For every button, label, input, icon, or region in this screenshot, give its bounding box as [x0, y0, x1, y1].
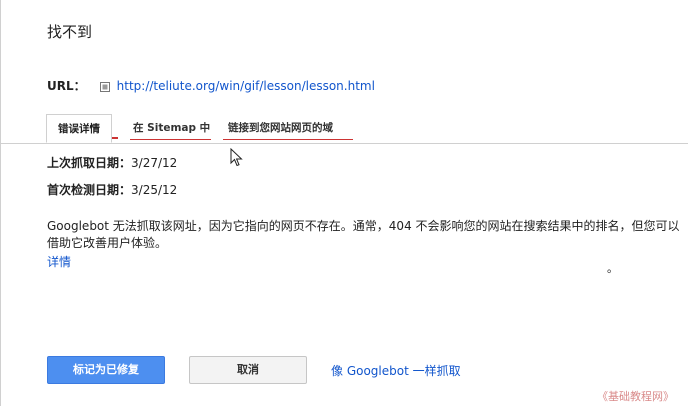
error-description: Googlebot 无法抓取该网址，因为它指向的网页不存在。通常，404 不会影…: [47, 219, 680, 250]
tab-underline: [223, 139, 353, 140]
last-crawled-value: 3/27/12: [131, 156, 178, 170]
dialog-title: 找不到: [47, 23, 93, 41]
url-label: URL：: [47, 79, 86, 93]
crawl-error-dialog: 找不到 URL： http://teliute.org/win/gif/less…: [0, 0, 688, 406]
mark-as-fixed-button[interactable]: 标记为已修复: [47, 356, 165, 384]
details-link[interactable]: 详情: [47, 253, 71, 270]
tab-bar: 错误详情 在 Sitemap 中 链接到您网站网页的域: [1, 114, 688, 144]
tab-underline: [130, 139, 211, 140]
tab-label: 错误详情: [58, 123, 100, 135]
url-link[interactable]: http://teliute.org/win/gif/lesson/lesson…: [117, 79, 375, 93]
first-detected-label: 首次检测日期：: [47, 183, 132, 197]
first-detected-row: 首次检测日期：3/25/12: [47, 181, 177, 198]
tab-in-sitemap[interactable]: 在 Sitemap 中: [133, 114, 210, 142]
tab-strip-divider: [1, 143, 688, 144]
tab-linked-from[interactable]: 链接到您网站网页的域: [228, 114, 333, 142]
external-link-icon[interactable]: [99, 81, 110, 92]
tab-error-details[interactable]: 错误详情: [46, 114, 112, 143]
first-detected-value: 3/25/12: [131, 183, 178, 197]
last-crawled-row: 上次抓取日期：3/27/12: [47, 154, 177, 171]
tab-label: 链接到您网站网页的域: [228, 122, 333, 134]
mouse-pointer-icon: [230, 148, 243, 167]
stray-mark: 。: [607, 262, 618, 275]
cancel-button[interactable]: 取消: [189, 356, 307, 384]
last-crawled-label: 上次抓取日期：: [47, 156, 132, 170]
tab-label: 在 Sitemap 中: [133, 122, 211, 134]
url-row: URL： http://teliute.org/win/gif/lesson/l…: [47, 77, 375, 94]
fetch-as-googlebot-link[interactable]: 像 Googlebot 一样抓取: [331, 362, 461, 379]
watermark: 《基础教程网》: [597, 390, 674, 403]
